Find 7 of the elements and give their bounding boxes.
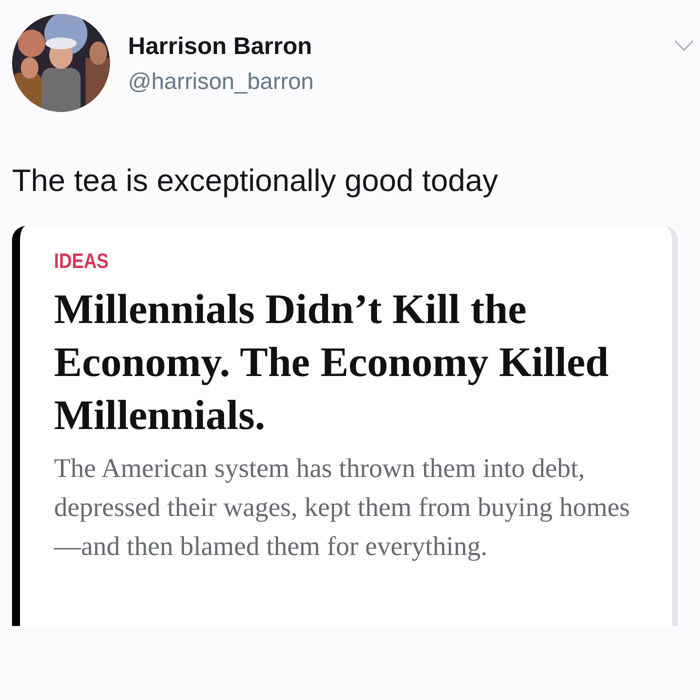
article-summary: The American system has thrown them into debt, depressed their wages, kept them from buying homes—and then blamed them for everything. — [54, 452, 631, 563]
article-headline: Millennials Didn’t Kill the Economy. The Economy Killed Millennials. — [54, 286, 610, 441]
tweet-text: The tea is exceptionally good today — [12, 162, 499, 200]
section-label: IDEAS — [54, 249, 110, 275]
author-handle: @harrison_barron — [128, 67, 314, 95]
chevron-down-icon[interactable] — [674, 40, 694, 52]
author-name: Harrison Barron — [128, 33, 314, 61]
